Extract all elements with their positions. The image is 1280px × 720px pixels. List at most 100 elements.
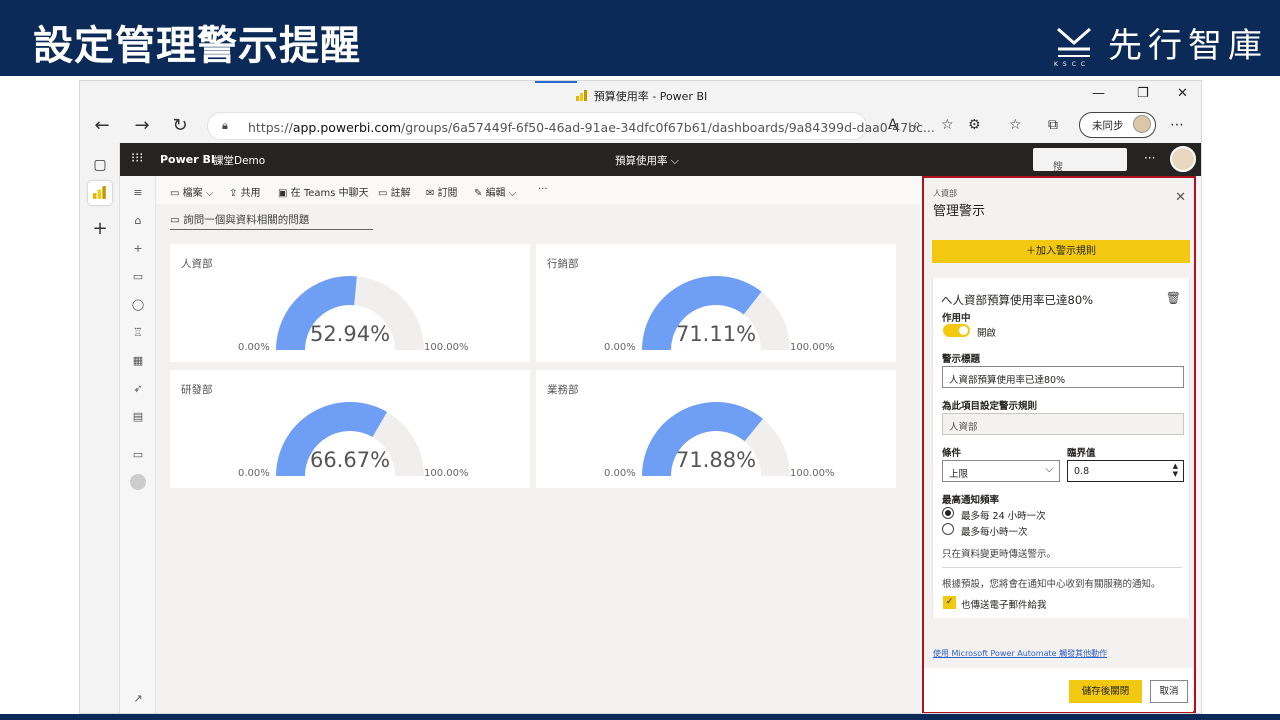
add-alert-rule-button[interactable]: ＋加入警示規則 (932, 240, 1190, 263)
panel-crumb: 人資部 (933, 189, 957, 198)
pbi-left-nav: ≡ ⌂ + ▭ ◯ ♖ ▦ ➶ ▤ ▭ ↗ (120, 176, 156, 713)
comment-button[interactable]: ▭ 註解 (378, 184, 411, 199)
subscribe-button[interactable]: ✉ 訂閱 (426, 184, 458, 199)
gauge-max: 100.00% (424, 342, 469, 353)
read-aloud-icon[interactable]: A (888, 117, 898, 133)
forward-button[interactable]: → (130, 115, 154, 136)
more-options-icon[interactable]: ··· (1144, 151, 1155, 165)
threshold-input[interactable]: 0.8 ▲ ▼ (1067, 460, 1184, 482)
sync-button[interactable]: 未同步 (1079, 112, 1156, 138)
frequency-label: 最高通知頻率 (942, 495, 1000, 506)
slide-title: 設定管理警示提醒 (33, 23, 361, 69)
condition-label: 條件 (942, 448, 962, 459)
spinner-icon: ▲ ▼ (1172, 462, 1178, 478)
goals-icon[interactable]: ♖ (130, 326, 146, 339)
edge-sidebar: ▢ + (80, 143, 120, 713)
settings-more-icon[interactable]: ⋯ (1170, 117, 1184, 133)
delete-icon[interactable]: 🗑︎ (1166, 291, 1181, 305)
add-favorite-icon[interactable]: ☆ (941, 117, 954, 133)
tab-actions-icon[interactable]: ▢ (88, 153, 112, 177)
rule-header[interactable]: へ人資部預算使用率已達80% (941, 292, 1093, 308)
user-avatar[interactable] (1170, 146, 1196, 172)
panel-title: 管理警示 (933, 204, 986, 219)
powerbi-favicon-icon (575, 90, 588, 101)
deployment-icon[interactable]: ➶ (130, 382, 146, 395)
gauge-tile[interactable]: 行銷部 71.11% 0.00% 100.00% (536, 244, 896, 362)
item-value-field: 人資部 (942, 413, 1184, 435)
slide-header: 設定管理警示提醒 KSCC 先行智庫 (0, 0, 1280, 76)
search-box[interactable]: ⌕ 搜尋 (1033, 148, 1127, 188)
datahub-icon[interactable]: ◯ (130, 298, 146, 311)
extensions-icon[interactable]: ⚙ (968, 117, 981, 133)
slide-footer-bar (0, 714, 1280, 720)
file-menu[interactable]: ▭ 檔案 ⌵ (170, 184, 213, 199)
email-label: 也傳送電子郵件給我 (961, 600, 1047, 611)
gauge-value: 71.88% (675, 448, 757, 472)
collections-icon[interactable]: ⧉ (1048, 117, 1058, 133)
pbi-brand[interactable]: Power BI (160, 153, 215, 166)
back-button[interactable]: ← (90, 115, 114, 136)
workspaces-icon[interactable]: ▭ (130, 448, 146, 461)
gauge-value: 52.94% (309, 322, 391, 346)
expand-icon[interactable]: ↗ (130, 692, 146, 705)
gauge-tile[interactable]: 人資部 52.94% 0.00% 100.00% (170, 244, 530, 362)
pbi-header: ⁝⁝⁝ Power BI 課堂Demo 預算使用率 ⌵ ⌕ 搜尋 ··· (120, 143, 1201, 188)
tile-title: 研發部 (181, 384, 213, 396)
teams-chat-button[interactable]: ▣ 在 Teams 中聊天 (278, 184, 369, 199)
chevron-down-icon: ⌵ (1045, 464, 1053, 475)
apps-icon[interactable]: ▦ (130, 354, 146, 367)
edit-menu[interactable]: ✎ 編輯 ⌵ (474, 184, 516, 199)
save-close-button[interactable]: 儲存後關閉 (1069, 680, 1142, 703)
radio-24h[interactable] (942, 507, 954, 519)
dashboard-title[interactable]: 預算使用率 ⌵ (615, 153, 679, 168)
share-button[interactable]: ⇪ 共用 (229, 184, 261, 199)
cancel-button[interactable]: 取消 (1150, 680, 1188, 703)
power-automate-link[interactable]: 使用 Microsoft Power Automate 觸發其他動作 (933, 648, 1107, 659)
close-icon[interactable]: ✕ (1175, 190, 1186, 205)
sync-label: 未同步 (1092, 120, 1124, 132)
url-field[interactable]: 🔒︎ https://app.powerbi.com/groups/6a5744… (207, 112, 935, 140)
title-bar: 預算使用率 - Power BI — ❐ ✕ (80, 81, 1201, 109)
condition-select[interactable]: 上限 ⌵ (942, 460, 1060, 482)
minimize-button[interactable]: — (1092, 86, 1105, 101)
tab-accent (535, 81, 577, 83)
workspace-avatar[interactable] (130, 474, 146, 490)
radio-hourly[interactable] (942, 523, 954, 535)
hamburger-icon[interactable]: ≡ (130, 186, 146, 199)
email-checkbox[interactable]: ✓ (943, 596, 956, 609)
powerbi-tab-icon[interactable] (88, 181, 112, 205)
gauge-tile[interactable]: 研發部 66.67% 0.00% 100.00% (170, 370, 530, 488)
maximize-button[interactable]: ❐ (1137, 86, 1149, 101)
more-commands[interactable]: ··· (538, 184, 548, 195)
gauge-max: 100.00% (790, 342, 835, 353)
new-tab-icon[interactable]: + (88, 217, 112, 241)
zoom-icon[interactable]: ⌕ (913, 117, 921, 133)
condition-value: 上限 (949, 469, 969, 480)
close-window-button[interactable]: ✕ (1177, 86, 1188, 101)
gauge-tile[interactable]: 業務部 71.88% 0.00% 100.00% (536, 370, 896, 488)
item-rule-label: 為此項目設定警示規則 (942, 401, 1038, 412)
active-toggle[interactable] (943, 324, 970, 337)
radio-hourly-label: 最多每小時一次 (961, 527, 1028, 538)
alert-title-input[interactable]: 人資部預算使用率已達80% (942, 366, 1184, 388)
profile-avatar (1133, 115, 1151, 133)
refresh-button[interactable]: ↻ (168, 115, 192, 136)
favorites-icon[interactable]: ☆ (1009, 117, 1022, 133)
app-launcher-icon[interactable]: ⁝⁝⁝ (131, 151, 143, 166)
alert-rule-card: へ人資部預算使用率已達80% 🗑︎ 作用中 開啟 警示標題 人資部預算使用率已達… (932, 278, 1190, 618)
qna-input[interactable]: ▭ 詢問一個與資料相關的問題 (170, 212, 373, 230)
brand-logo: KSCC 先行智庫 (1054, 18, 1268, 68)
gauge-min: 0.00% (238, 468, 270, 479)
gauge-min: 0.00% (238, 342, 270, 353)
gauge-value: 71.11% (675, 322, 757, 346)
learn-icon[interactable]: ▤ (130, 410, 146, 423)
command-bar: ▭ 檔案 ⌵ ⇪ 共用 ▣ 在 Teams 中聊天 ▭ 註解 ✉ 訂閱 ✎ 編輯… (156, 176, 920, 204)
workspace-name[interactable]: 課堂Demo (213, 153, 265, 168)
create-icon[interactable]: + (130, 242, 146, 255)
gauge-max: 100.00% (424, 468, 469, 479)
panel-footer: 儲存後關閉 取消 (924, 668, 1193, 712)
window-title: 預算使用率 - Power BI (80, 88, 1201, 104)
browse-icon[interactable]: ▭ (130, 270, 146, 283)
home-icon[interactable]: ⌂ (130, 214, 146, 227)
logo-sub: KSCC (1054, 60, 1091, 68)
